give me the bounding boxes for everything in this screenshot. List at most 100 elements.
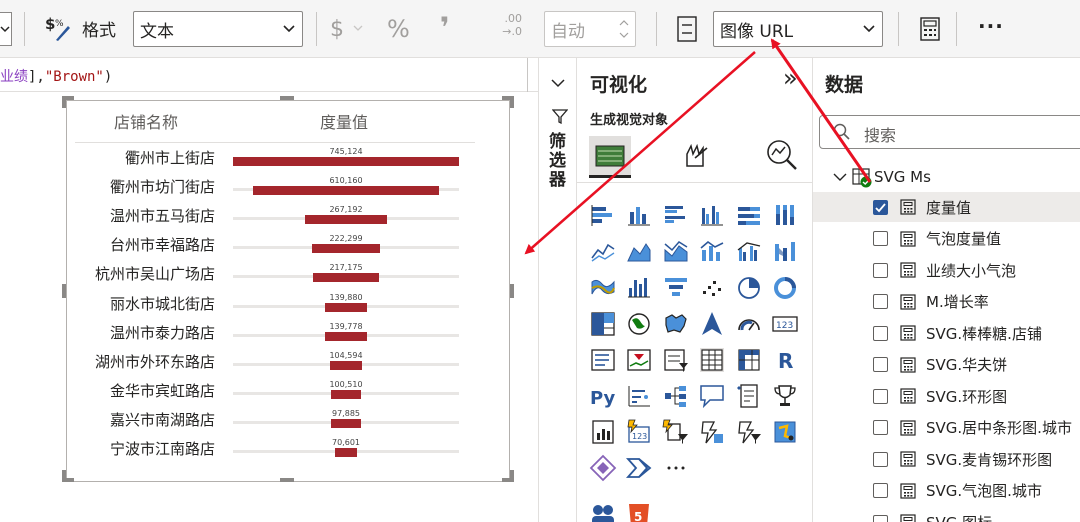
search-box[interactable]: 搜索 <box>819 115 1080 149</box>
power-apps-icon[interactable]: 123 <box>625 418 653 446</box>
filled-map-icon[interactable] <box>662 310 690 338</box>
pie-chart-icon[interactable] <box>735 274 763 302</box>
funnel-chart-icon[interactable] <box>662 274 690 302</box>
stacked-bar-chart-icon[interactable] <box>589 202 617 230</box>
donut-chart-icon[interactable] <box>771 274 799 302</box>
field-item[interactable]: SVG.气泡图.城市 <box>813 476 1080 506</box>
field-item[interactable]: 度量值 <box>813 192 1080 222</box>
field-item[interactable]: 业绩大小气泡 <box>813 255 1080 285</box>
chevron-custom-icon[interactable] <box>625 454 653 482</box>
more-options-button[interactable]: ··· <box>978 14 1004 38</box>
field-item[interactable]: M.增长率 <box>813 287 1080 317</box>
field-checkbox[interactable] <box>873 199 888 215</box>
field-checkbox[interactable] <box>873 357 888 372</box>
field-item[interactable]: 气泡度量值 <box>813 224 1080 254</box>
analytics-icon[interactable] <box>765 138 799 172</box>
field-checkbox[interactable] <box>873 420 888 435</box>
clustered-bar-chart-icon[interactable] <box>662 202 690 230</box>
format-label: 格式 <box>82 20 116 41</box>
check-badge-icon <box>860 176 872 188</box>
field-item[interactable]: SVG.居中条形图.城市 <box>813 413 1080 443</box>
auto-spinner[interactable]: 自动 <box>544 11 636 47</box>
html5-custom-icon[interactable]: 5 <box>625 502 653 522</box>
stacked-area-chart-icon[interactable] <box>662 238 690 266</box>
format-visual-icon[interactable] <box>681 140 711 170</box>
map-globe-icon[interactable] <box>625 310 653 338</box>
waterfall-chart-icon[interactable] <box>589 274 617 302</box>
card-icon[interactable]: 123 <box>771 310 799 338</box>
more-visuals-icon[interactable] <box>662 454 690 482</box>
build-visual-tab[interactable] <box>589 136 631 178</box>
diamond-custom-icon[interactable] <box>589 454 617 482</box>
custom-visual-1-icon[interactable] <box>698 418 726 446</box>
matrix-icon[interactable] <box>735 346 763 374</box>
kpi-icon[interactable] <box>625 346 653 374</box>
funnel-bar-icon[interactable] <box>625 274 653 302</box>
field-checkbox[interactable] <box>873 388 888 404</box>
clustered-column-chart-icon[interactable] <box>698 202 726 230</box>
data-category-dropdown[interactable]: 图像 URL <box>713 11 883 47</box>
qa-icon[interactable] <box>698 382 726 410</box>
measure-calculator-icon <box>900 230 916 247</box>
column-header-store[interactable]: 店铺名称 <box>114 109 178 133</box>
field-checkbox[interactable] <box>873 325 888 341</box>
measure-calculator-icon <box>900 514 916 522</box>
table-node-svg-ms[interactable]: SVG Ms <box>813 162 1080 192</box>
field-checkbox[interactable] <box>873 451 888 467</box>
field-item[interactable]: SVG.华夫饼 <box>813 350 1080 380</box>
power-automate-icon[interactable] <box>662 418 690 446</box>
treemap-icon[interactable] <box>589 310 617 338</box>
row-bar-value-label: 222,299 <box>329 234 363 244</box>
viz-collapse-button[interactable]: » <box>783 64 798 92</box>
100-column-chart-icon[interactable] <box>771 202 799 230</box>
formula-text: 业绩],"Brown") <box>0 69 113 85</box>
ribbon-left-dropdown-edge[interactable] <box>0 12 12 46</box>
table-visual[interactable]: 店铺名称 度量值 衢州市上街店 745,124 衢州市坊门街店 610,160 温州市五… <box>66 100 510 482</box>
python-script-icon[interactable]: Py <box>589 382 617 410</box>
field-item[interactable]: SVG.麦肯锡环形图 <box>813 444 1080 474</box>
percent-button[interactable]: % <box>387 12 417 46</box>
filters-pane-collapsed[interactable]: 筛选器 <box>538 58 576 522</box>
people-custom-icon[interactable] <box>589 502 617 522</box>
format-group[interactable]: $ % 格式 <box>44 14 116 42</box>
field-checkbox[interactable] <box>873 294 888 309</box>
field-item[interactable]: SVG.图标 <box>813 507 1080 522</box>
line-column-chart-icon[interactable] <box>698 238 726 266</box>
decomposition-tree-icon[interactable] <box>662 382 690 410</box>
trophy-icon[interactable] <box>771 382 799 410</box>
r-script-icon[interactable]: R <box>771 346 799 374</box>
custom-visual-3-icon[interactable] <box>771 418 799 446</box>
line-chart-icon[interactable] <box>589 238 617 266</box>
table-icon[interactable] <box>698 346 726 374</box>
field-item[interactable]: SVG.棒棒糖.店铺 <box>813 318 1080 348</box>
field-checkbox[interactable] <box>873 262 888 278</box>
slicer-icon[interactable] <box>662 346 690 374</box>
currency-button[interactable]: $ <box>330 12 374 46</box>
multi-row-card-icon[interactable] <box>589 346 617 374</box>
field-checkbox[interactable] <box>873 483 888 498</box>
smart-narrative-icon[interactable] <box>735 382 763 410</box>
100-bar-chart-icon[interactable] <box>735 202 763 230</box>
stacked-column-chart-icon[interactable] <box>625 202 653 230</box>
format-dropdown[interactable]: 文本 <box>133 11 303 47</box>
line-clustered-column-icon[interactable] <box>735 238 763 266</box>
key-influencers-icon[interactable] <box>625 382 653 410</box>
decimal-button[interactable]: .00 →.0 <box>490 12 522 46</box>
row-bar-value-label: 610,160 <box>329 176 363 186</box>
column-header-measure[interactable]: 度量值 <box>320 109 368 133</box>
ribbon-chart-icon[interactable] <box>771 238 799 266</box>
area-chart-icon[interactable] <box>625 238 653 266</box>
gauge-icon[interactable] <box>735 310 763 338</box>
field-checkbox[interactable] <box>873 231 888 246</box>
field-checkbox[interactable] <box>873 514 888 522</box>
azure-map-icon[interactable] <box>698 310 726 338</box>
comma-button[interactable]: ❜ <box>440 10 464 44</box>
row-bar <box>313 273 379 283</box>
scatter-chart-icon[interactable] <box>698 274 726 302</box>
custom-visual-2-icon[interactable] <box>735 418 763 446</box>
formula-bar[interactable]: 业绩],"Brown") <box>0 58 538 92</box>
calculator-icon[interactable] <box>920 17 940 41</box>
field-item[interactable]: SVG.环形图 <box>813 381 1080 411</box>
row-bar <box>312 244 380 254</box>
paginated-report-icon[interactable] <box>589 418 617 446</box>
